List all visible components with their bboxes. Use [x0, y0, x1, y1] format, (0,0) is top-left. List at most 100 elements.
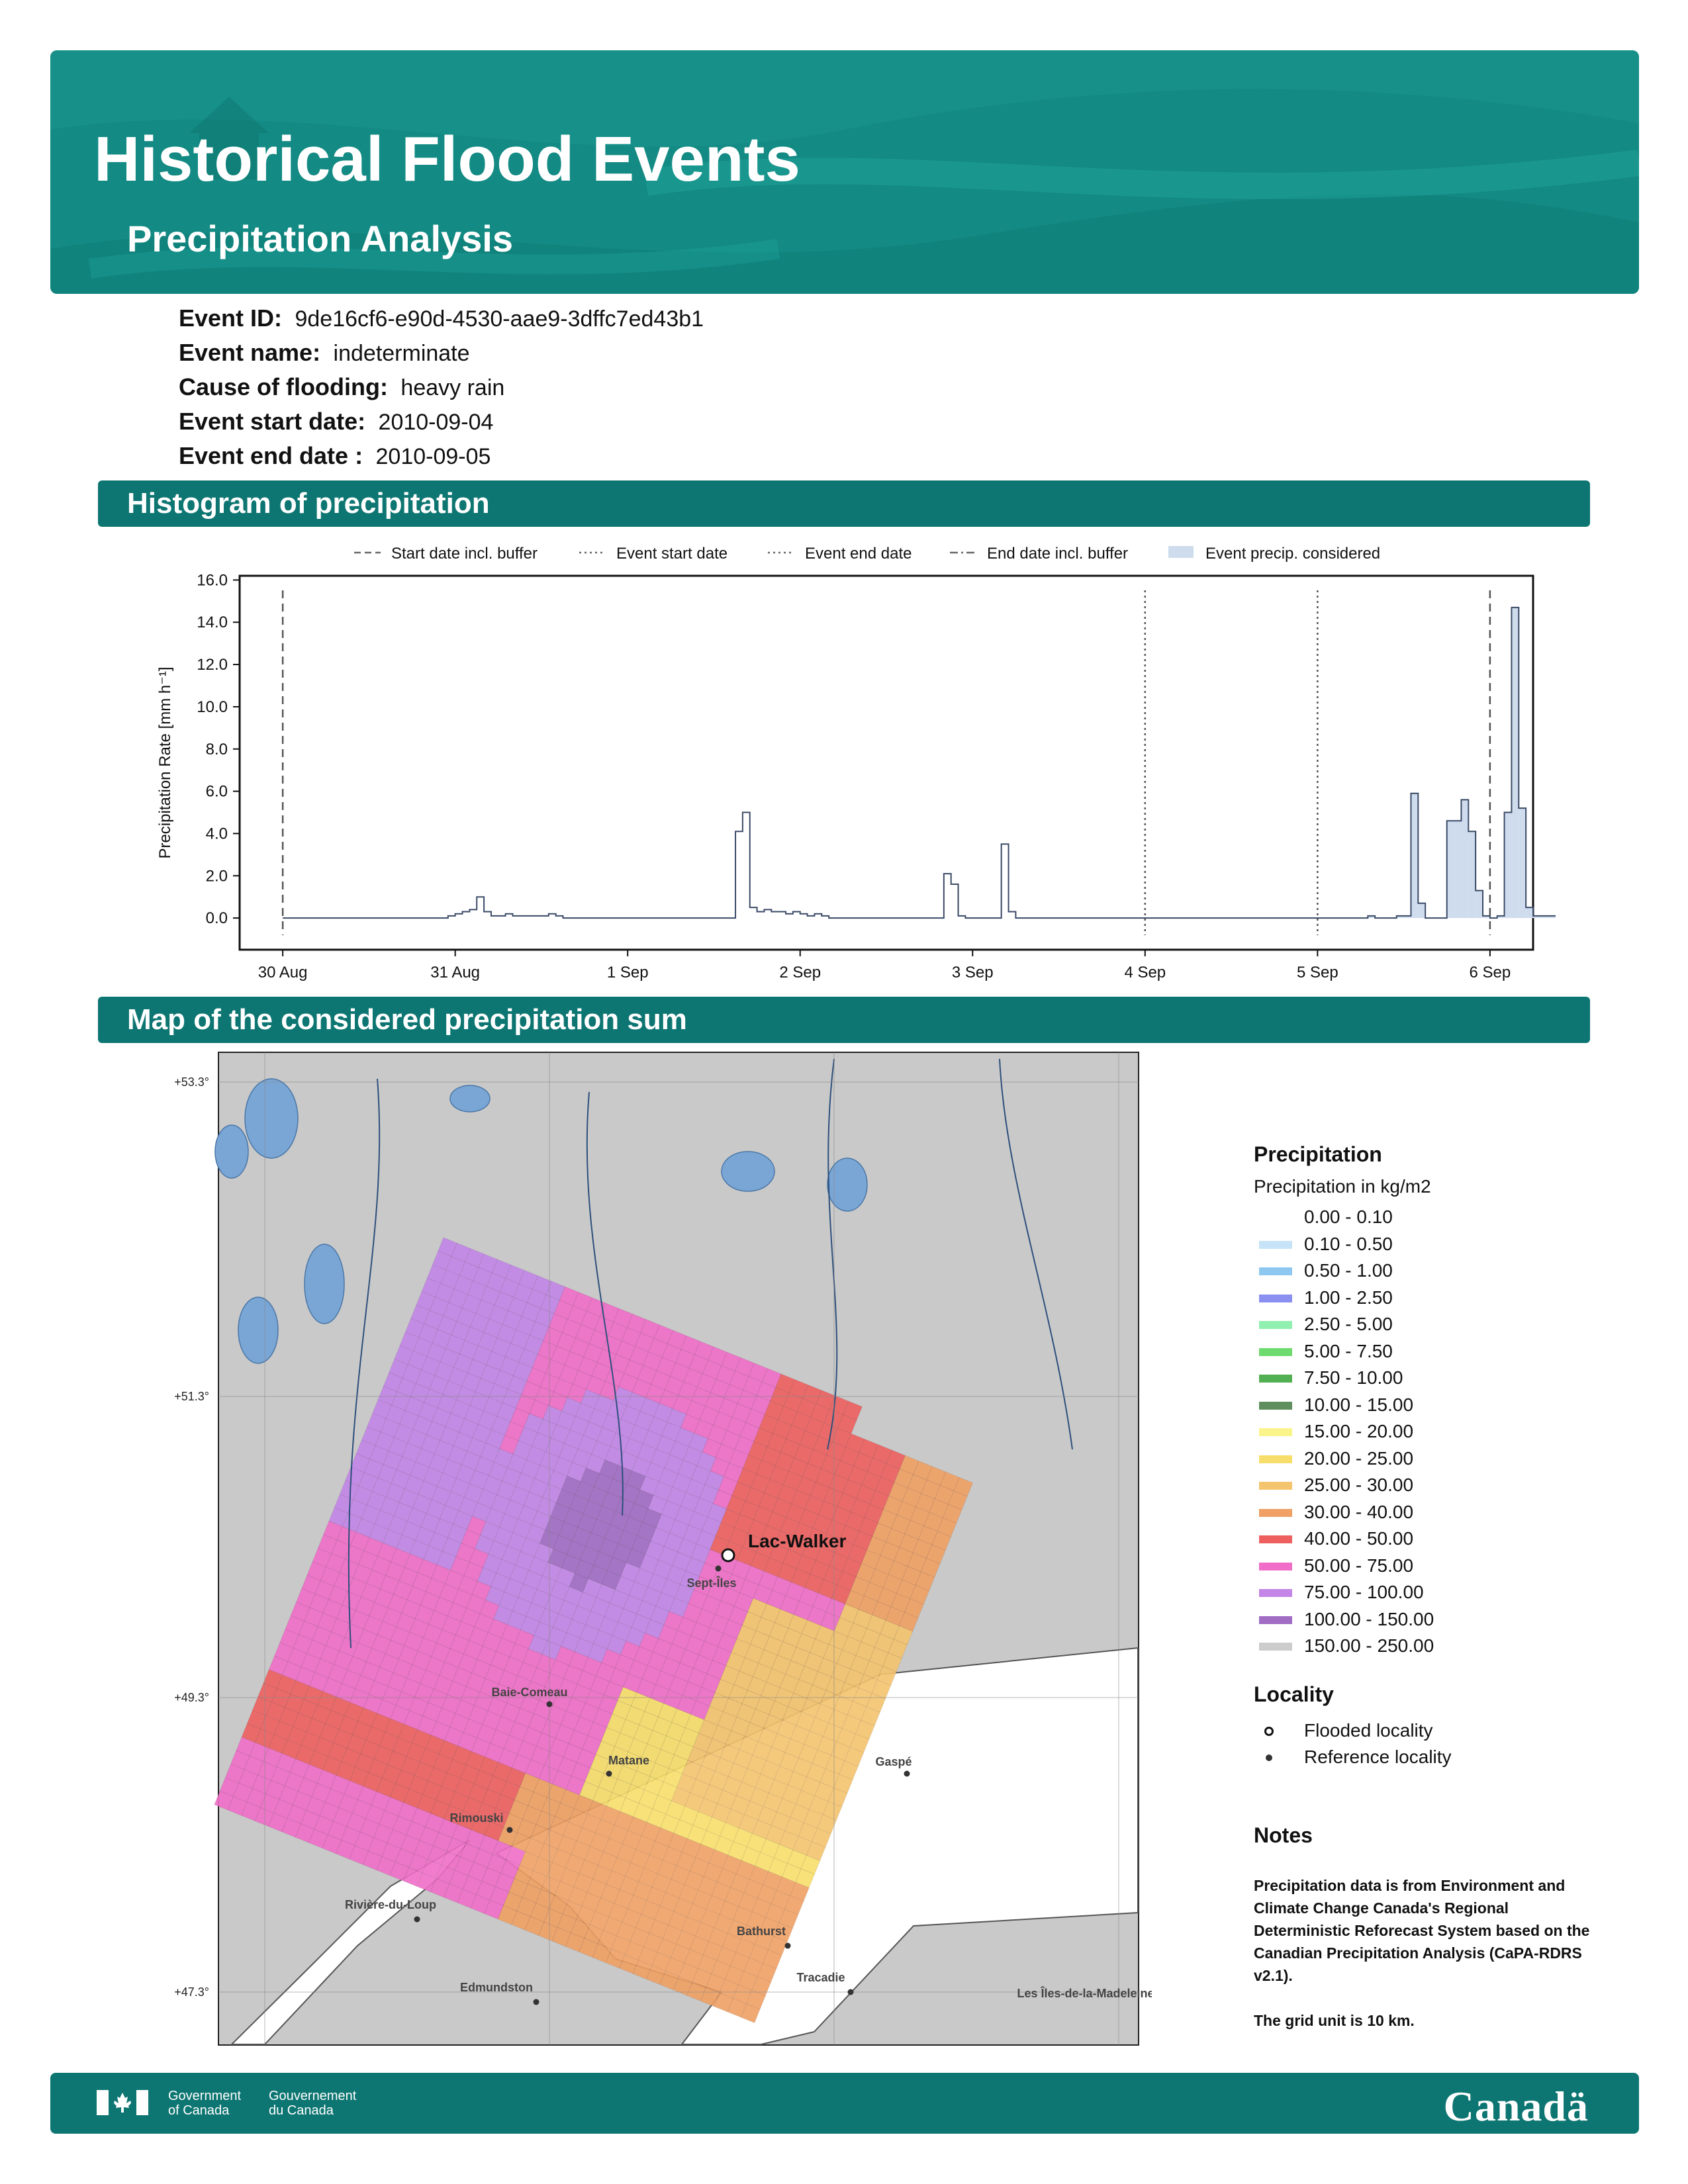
legend-class-label: 40.00 - 50.00	[1304, 1528, 1414, 1549]
y-tick-label: 4.0	[206, 825, 228, 842]
legend-swatch	[1259, 1267, 1292, 1275]
reference-label: Reference locality	[1304, 1746, 1452, 1767]
lat-label: +47.3°	[174, 1985, 209, 1999]
event-cause-label: Cause of flooding:	[179, 373, 388, 400]
reference-locality-marker	[606, 1770, 612, 1777]
legend-class-label: 30.00 - 40.00	[1304, 1501, 1414, 1522]
canada-wordmark: Canadä	[1443, 2083, 1589, 2130]
page-subtitle: Precipitation Analysis	[127, 218, 513, 259]
flooded-label: Flooded locality	[1304, 1719, 1433, 1741]
legend-swatch	[1259, 1401, 1292, 1410]
legend-class-item: 1.00 - 2.50	[1254, 1285, 1605, 1312]
map-legend: Precipitation Precipitation in kg/m2 0.0…	[1254, 1142, 1605, 2054]
event-cause-row: Cause of flooding: heavy rain	[179, 370, 704, 404]
note-grid-unit: The grid unit is 10 km.	[1254, 2011, 1415, 2029]
event-cause-value: heavy rain	[400, 375, 505, 400]
legend-swatch	[1259, 1240, 1292, 1249]
chart-legend-entry: Start date incl. buffer	[354, 545, 538, 563]
note-data-source: Precipitation data is from Environment a…	[1254, 1876, 1590, 1984]
event-end-value: 2010-09-05	[375, 444, 491, 469]
legend-class-item: 7.50 - 10.00	[1254, 1365, 1605, 1392]
legend-class-label: 50.00 - 75.00	[1304, 1555, 1414, 1576]
event-details: Event ID: 9de16cf6-e90d-4530-aae9-3dffc7…	[179, 301, 704, 473]
legend-class-label: 5.00 - 7.50	[1304, 1340, 1393, 1361]
place-label: Baie-Comeau	[491, 1686, 567, 1699]
canada-flag-icon	[97, 2090, 148, 2115]
legend-swatch	[1259, 1375, 1292, 1383]
y-tick-label: 2.0	[206, 867, 228, 885]
legend-swatch	[1259, 1455, 1292, 1463]
gov-en: Government of Canada	[168, 2089, 241, 2118]
chart-legend-label: Start date incl. buffer	[391, 545, 538, 563]
place-label: Gaspé	[875, 1755, 912, 1768]
legend-subtitle: Precipitation in kg/m2	[1254, 1176, 1431, 1197]
gov-en-line2: of Canada	[168, 2103, 230, 2118]
x-tick-label: 30 Aug	[258, 964, 308, 981]
precip-bar	[1446, 821, 1454, 919]
legend-class-label: 0.50 - 1.00	[1304, 1260, 1393, 1281]
chart-legend-label: End date incl. buffer	[987, 545, 1128, 563]
legend-swatch	[1259, 1508, 1292, 1517]
x-tick-label: 4 Sep	[1124, 964, 1166, 981]
legend-reference-locality: Reference locality	[1254, 1744, 1605, 1770]
y-tick-label: 16.0	[197, 571, 228, 589]
precipitation-map: +53.3°+51.3°+49.3°+47.3°-70.4°-67.5°-64.…	[146, 1046, 1168, 2066]
legend-swatch	[1259, 1643, 1292, 1651]
reference-locality-marker	[847, 1989, 854, 1995]
chart-legend-label: Event end date	[805, 545, 912, 563]
event-start-label: Event start date:	[179, 408, 366, 435]
x-tick-label: 1 Sep	[607, 964, 649, 981]
locality-title: Locality	[1254, 1682, 1334, 1706]
gov-en-line1: Government	[168, 2089, 242, 2103]
reference-locality-marker	[506, 1827, 513, 1833]
event-id-label: Event ID:	[179, 304, 283, 332]
reference-locality-marker	[715, 1565, 722, 1572]
event-name-label: Event name:	[179, 339, 321, 366]
y-axis-label: Precipitation Rate [mm h⁻¹]	[156, 666, 174, 858]
legend-class-label: 0.10 - 0.50	[1304, 1233, 1393, 1254]
y-tick-label: 12.0	[197, 656, 228, 674]
notes-title: Notes	[1254, 1823, 1313, 1847]
legend-flooded-locality: Flooded locality	[1254, 1717, 1605, 1744]
lake-shape	[304, 1244, 345, 1324]
legend-class-item: 5.00 - 7.50	[1254, 1338, 1605, 1365]
legend-class-label: 15.00 - 20.00	[1304, 1421, 1414, 1441]
legend-fill-swatch	[1168, 546, 1194, 558]
precip-bar	[1461, 799, 1469, 919]
lake-shape	[827, 1158, 868, 1212]
lake-shape	[244, 1078, 299, 1159]
legend-class-label: 150.00 - 250.00	[1304, 1635, 1434, 1656]
legend-class-item: 20.00 - 25.00	[1254, 1445, 1605, 1473]
legend-class-label: 0.00 - 0.10	[1304, 1206, 1393, 1227]
place-label: Edmundston	[460, 1981, 533, 1994]
legend-swatch	[1259, 1294, 1292, 1302]
gov-fr-line2: du Canada	[269, 2103, 334, 2118]
legend-class-label: 25.00 - 30.00	[1304, 1475, 1414, 1495]
section-map-title: Map of the considered precipitation sum	[98, 997, 1590, 1043]
precip-bar	[1411, 793, 1419, 919]
legend-class-item: 0.00 - 0.10	[1254, 1204, 1605, 1231]
y-tick-label: 6.0	[206, 783, 228, 801]
precip-bar	[1511, 607, 1519, 919]
legend-swatch	[1259, 1535, 1292, 1543]
place-label: Les Îles-de-la-Madeleine	[1017, 1986, 1152, 2000]
legend-class-item: 30.00 - 40.00	[1254, 1499, 1605, 1526]
lake-shape	[721, 1151, 775, 1192]
legend-swatch	[1259, 1482, 1292, 1490]
notes-body: Precipitation data is from Environment a…	[1254, 1874, 1598, 2032]
event-end-row: Event end date : 2010-09-05	[179, 439, 704, 473]
legend-class-item: 10.00 - 15.00	[1254, 1392, 1605, 1419]
gov-fr: Gouvernement du Canada	[269, 2089, 356, 2118]
y-tick-label: 8.0	[206, 741, 228, 758]
legend-swatch	[1259, 1589, 1292, 1597]
event-name-value: indeterminate	[333, 341, 470, 366]
y-tick-label: 14.0	[197, 614, 228, 631]
plot-frame	[238, 574, 1534, 951]
legend-swatch	[1259, 1615, 1292, 1624]
place-label: Matane	[608, 1754, 649, 1767]
legend-class-label: 1.00 - 2.50	[1304, 1287, 1393, 1308]
legend-class-item: 50.00 - 75.00	[1254, 1553, 1605, 1580]
lat-label: +51.3°	[174, 1390, 209, 1403]
reference-locality-marker	[533, 1999, 539, 2005]
reference-marker-icon	[1266, 1754, 1272, 1761]
